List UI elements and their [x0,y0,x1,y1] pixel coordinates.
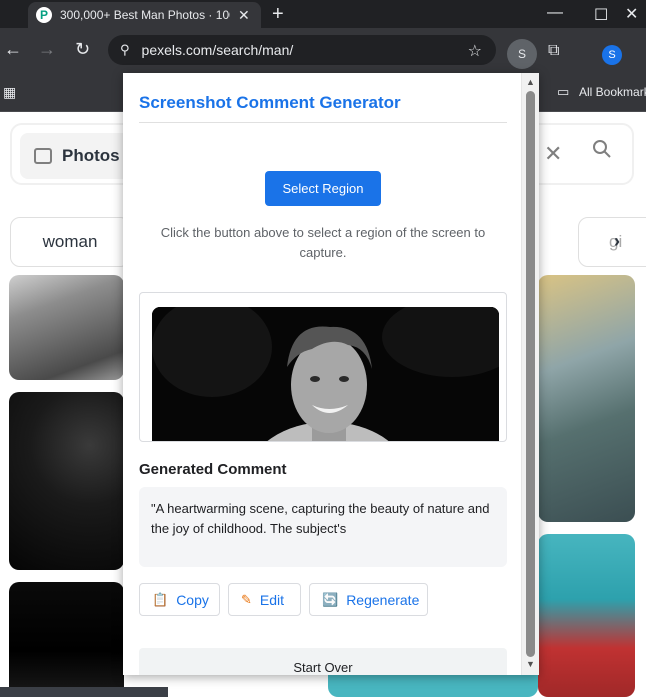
scroll-down-icon[interactable]: ▼ [526,659,535,669]
clipboard-icon: 📋 [152,591,169,607]
status-strip [0,687,168,697]
apps-grid-icon[interactable]: ▦ [3,84,16,101]
account-avatar[interactable]: S [602,45,622,65]
reload-icon[interactable]: ↻ [75,39,90,60]
refresh-icon: 🔄 [322,591,339,607]
url-text: pexels.com/search/man/ [141,42,294,58]
bookmark-star-icon[interactable]: ☆ [468,41,482,61]
site-info-icon[interactable]: ⚲ [120,42,130,58]
pencil-icon: ✎ [241,591,252,607]
edit-label: Edit [259,591,285,608]
chip-partial[interactable]: gi [578,217,646,267]
clear-search-icon[interactable]: ✕ [544,141,562,167]
scroll-up-icon[interactable]: ▲ [526,77,535,87]
new-tab-icon[interactable]: + [272,3,284,26]
search-type-label: Photos [62,146,120,165]
image-icon [34,148,52,164]
photo-man-red-shirt[interactable] [538,534,635,697]
browser-toolbar: ← → ↻ ⚲ pexels.com/search/man/ ☆ S ⧉ S [0,28,646,72]
pexels-favicon-icon: P [36,7,52,23]
chip-woman[interactable]: woman [10,217,130,267]
start-over-button[interactable]: Start Over [139,648,507,675]
regenerate-button[interactable]: 🔄 Regenerate [309,583,428,616]
search-type-dropdown[interactable]: Photos [20,133,140,179]
copy-button[interactable]: 📋 Copy [139,583,220,616]
tab-title: 300,000+ Best Man Photos · 100 [60,8,230,22]
photo-dark-portrait[interactable] [9,582,124,697]
instructions-text: Click the button above to select a regio… [160,225,486,260]
divider [139,122,507,123]
comment-text: "A heartwarming scene, capturing the bea… [139,487,507,567]
captured-image [152,307,499,441]
close-window-icon[interactable]: ✕ [625,4,638,24]
photo-street-cars[interactable] [9,275,124,380]
select-region-button[interactable]: Select Region [265,171,381,206]
search-icon[interactable] [592,139,612,159]
regenerate-label: Regenerate [346,591,420,608]
all-bookmarks-link[interactable]: All Bookmarks [579,85,646,99]
copy-label: Copy [176,591,209,608]
extensions-puzzle-icon[interactable]: ⧉ [548,42,559,60]
minimize-icon[interactable]: — [547,4,563,22]
photo-arm[interactable] [538,275,635,522]
forward-icon[interactable]: → [38,39,56,60]
extension-popup: Screenshot Comment Generator Select Regi… [123,73,539,675]
edit-button[interactable]: ✎ Edit [228,583,301,616]
extension-s-icon[interactable]: S [507,39,537,69]
generated-comment-heading: Generated Comment [139,461,287,478]
close-tab-icon[interactable]: ✕ [238,7,250,24]
photo-dark-foliage[interactable] [9,392,124,570]
tab-strip: P 300,000+ Best Man Photos · 100 ✕ + — ☐… [0,0,646,28]
folder-icon: ▭ [557,84,570,99]
scroll-thumb[interactable] [526,91,535,657]
popup-scrollbar[interactable]: ▲ ▼ [521,73,539,675]
back-icon[interactable]: ← [4,39,22,60]
browser-tab[interactable]: P 300,000+ Best Man Photos · 100 ✕ [28,2,261,28]
chevron-right-icon[interactable]: › [614,231,620,252]
popup-title: Screenshot Comment Generator [139,93,401,112]
screenshot-preview [139,292,507,442]
address-bar[interactable]: ⚲ pexels.com/search/man/ ☆ [108,35,496,65]
maximize-icon[interactable]: ☐ [594,5,608,25]
